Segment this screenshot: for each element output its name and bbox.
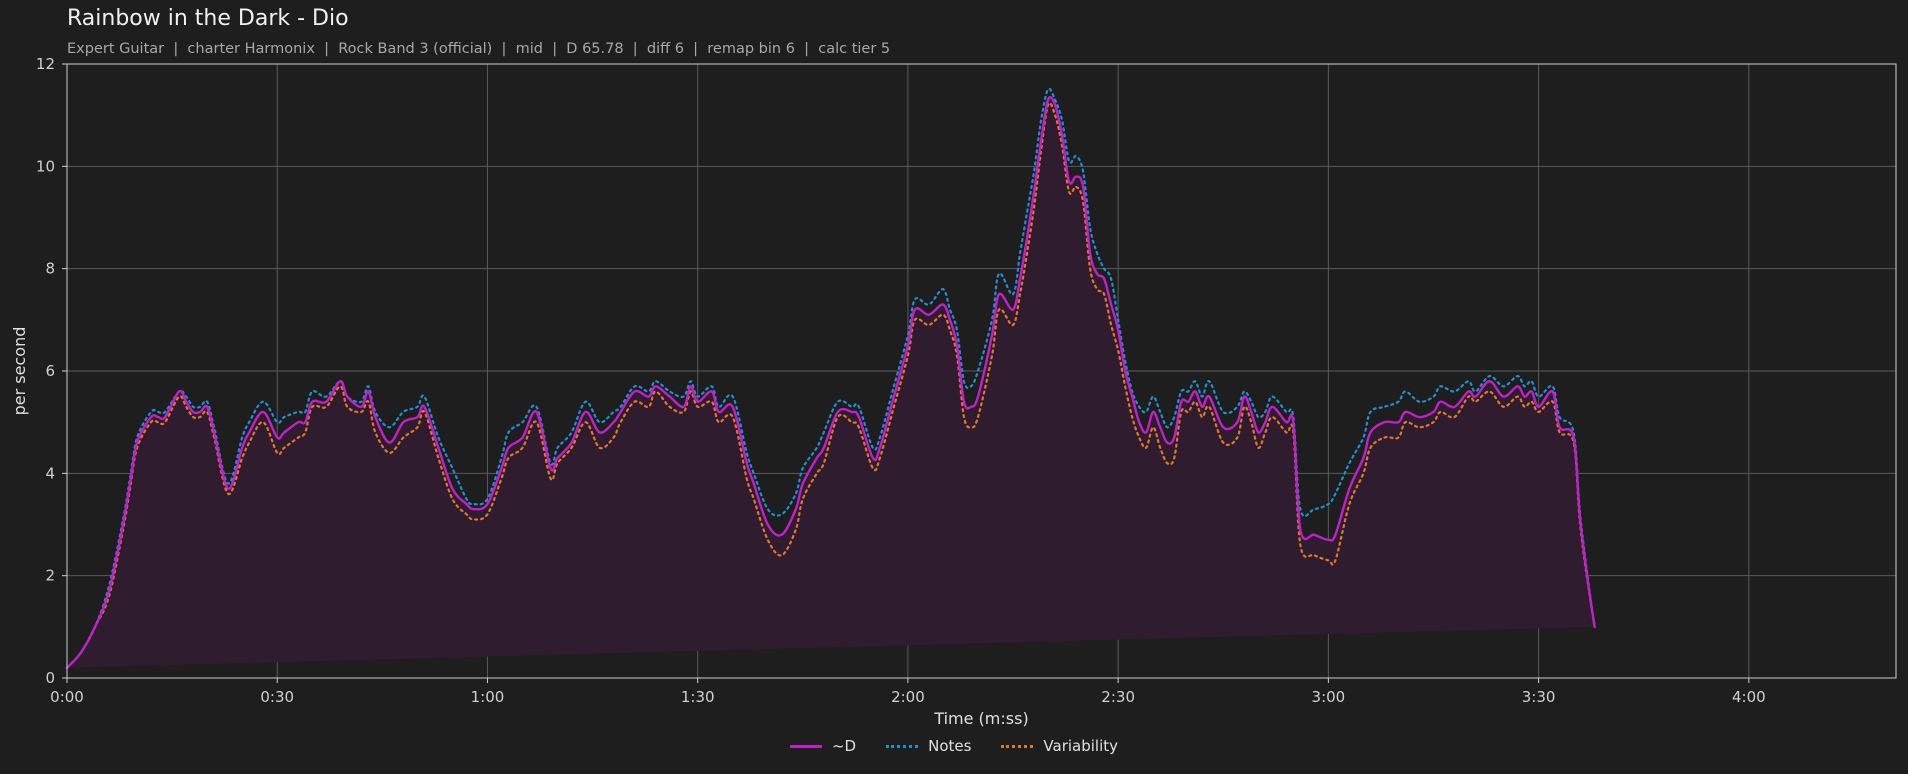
legend-swatch-d: [789, 744, 822, 748]
legend-label-notes: Notes: [928, 737, 972, 755]
y-tick-label: 6: [45, 362, 55, 380]
legend-swatch-notes: [886, 744, 919, 748]
y-tick-label: 4: [45, 464, 55, 482]
x-tick-label: 2:00: [891, 688, 925, 706]
x-tick-label: 3:00: [1312, 688, 1346, 706]
x-tick-label: 0:00: [50, 688, 84, 706]
line-chart: 0:00 0:30 1:00 1:30 2:00 2:30 3:00 3:30 4:00 0 2 4 6…: [10, 55, 1897, 728]
x-tick-label: 1:00: [471, 688, 505, 706]
x-tick-label: 2:30: [1101, 688, 1135, 706]
y-tick-label: 8: [45, 260, 55, 278]
y-tick-label: 0: [45, 669, 55, 687]
x-axis-label: Time (m:ss): [933, 709, 1028, 728]
x-tick-label: 1:30: [681, 688, 715, 706]
y-tick-label: 2: [45, 567, 55, 585]
y-axis-label: per second: [10, 327, 29, 416]
legend-swatch-variability: [1001, 744, 1034, 748]
x-tick-label: 0:30: [260, 688, 294, 706]
y-tick-label: 10: [36, 157, 55, 175]
legend-item-variability: Variability: [1001, 737, 1118, 755]
x-tick-label: 3:30: [1522, 688, 1556, 706]
y-tick-label: 12: [36, 55, 55, 73]
legend: ~D Notes Variability: [0, 737, 1908, 755]
legend-item-notes: Notes: [886, 737, 971, 755]
legend-item-d: ~D: [789, 737, 857, 755]
legend-label-d: ~D: [831, 737, 857, 755]
x-tick-label: 4:00: [1732, 688, 1766, 706]
legend-label-variability: Variability: [1043, 737, 1119, 755]
